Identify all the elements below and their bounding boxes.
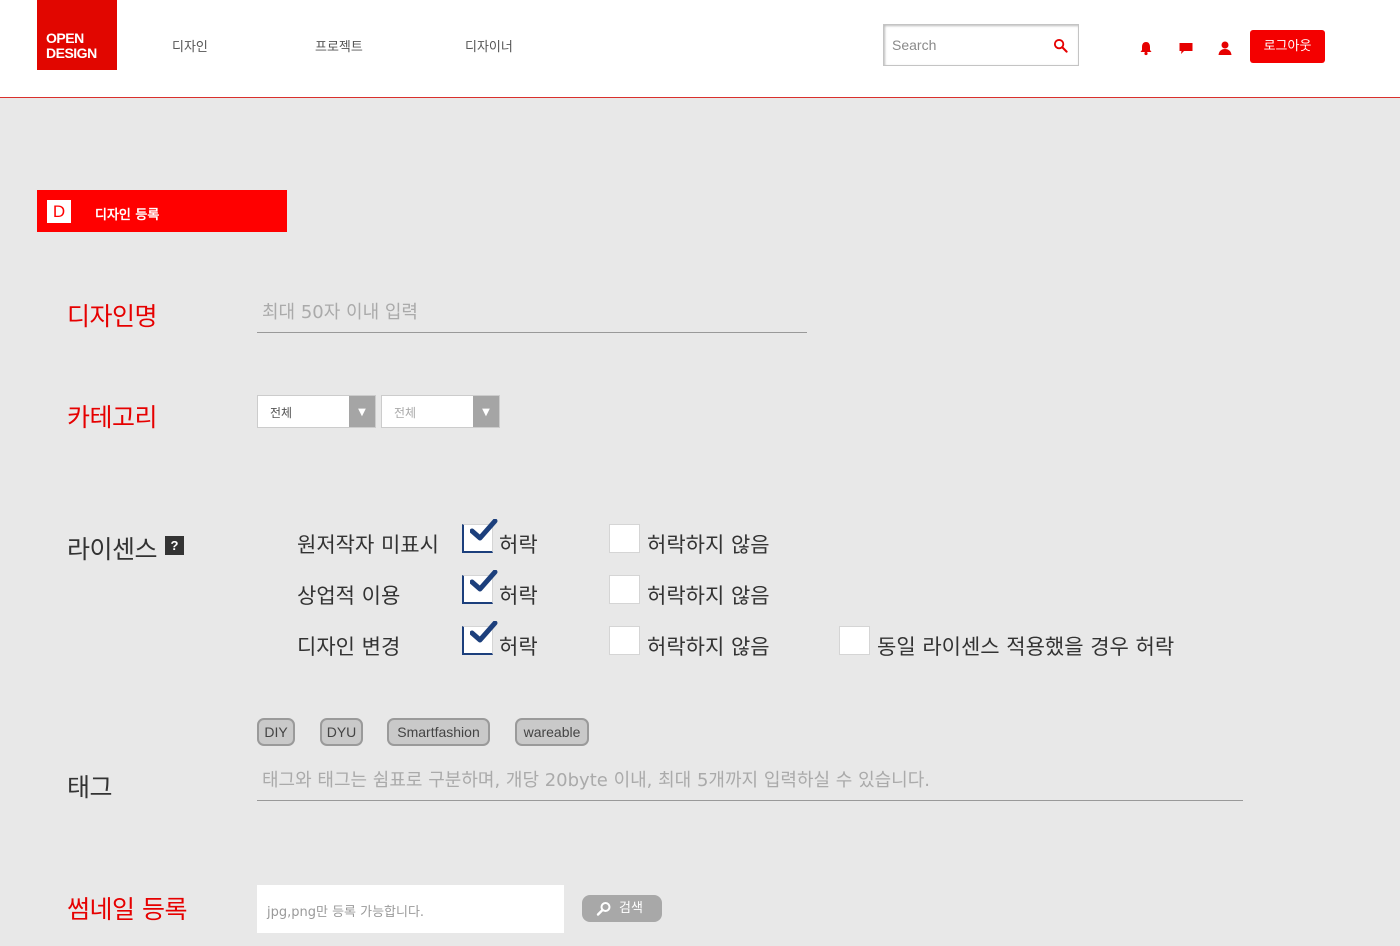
search-box xyxy=(883,24,1079,66)
license-row-label: 디자인 변경 xyxy=(297,635,401,659)
open-design-logo[interactable]: OPEN DESIGN xyxy=(37,0,117,70)
message-icon[interactable] xyxy=(1178,40,1194,56)
license-row-label: 상업적 이용 xyxy=(297,584,401,608)
thumbnail-label: 썸네일 등록 xyxy=(67,895,187,924)
chevron-down-icon: ▼ xyxy=(349,396,375,427)
thumbnail-search-label: 검색 xyxy=(619,901,643,916)
category-select-main[interactable]: 전체 ▼ xyxy=(257,395,376,428)
thumbnail-file-field[interactable]: jpg,png만 등록 가능합니다. xyxy=(257,885,564,933)
allow-option-label: 허락 xyxy=(499,533,538,557)
logout-button[interactable]: 로그아웃 xyxy=(1250,30,1325,63)
design-name-label: 디자인명 xyxy=(67,302,158,331)
section-title: 디자인 등록 xyxy=(95,208,160,223)
nav-designer[interactable]: 디자이너 xyxy=(465,36,513,55)
license-commercial-allow-checkbox[interactable] xyxy=(462,570,498,604)
search-input[interactable] xyxy=(892,35,1042,55)
checkmark-icon xyxy=(470,519,498,541)
thumbnail-search-button[interactable]: 검색 xyxy=(582,895,662,922)
search-icon xyxy=(596,902,611,916)
license-modify-share-alike-checkbox[interactable] xyxy=(839,626,870,655)
nav-project[interactable]: 프로젝트 xyxy=(315,36,363,55)
license-label: 라이센스 xyxy=(67,535,158,564)
category-label: 카테고리 xyxy=(67,403,158,432)
section-badge: D xyxy=(47,200,71,223)
license-row-label: 원저작자 미표시 xyxy=(297,533,439,557)
tag-chip[interactable]: DIY xyxy=(257,718,295,746)
design-name-input[interactable] xyxy=(257,293,807,333)
license-attribution-deny-checkbox[interactable] xyxy=(609,524,640,553)
allow-option-label: 허락 xyxy=(499,584,538,608)
license-attribution-allow-checkbox[interactable] xyxy=(462,519,498,553)
category-select-sub-value: 전체 xyxy=(394,406,417,420)
thumbnail-file-placeholder: jpg,png만 등록 가능합니다. xyxy=(267,905,425,920)
deny-option-label: 허락하지 않음 xyxy=(647,584,770,608)
section-banner: D 디자인 등록 xyxy=(37,190,287,232)
tags-label: 태그 xyxy=(67,773,113,802)
category-select-sub[interactable]: 전체 ▼ xyxy=(381,395,500,428)
logo-line-2: DESIGN xyxy=(46,45,97,61)
tag-chip[interactable]: Smartfashion xyxy=(387,718,490,746)
logo-line-1: OPEN xyxy=(46,30,84,46)
chevron-down-icon: ▼ xyxy=(473,396,499,427)
deny-option-label: 허락하지 않음 xyxy=(647,533,770,557)
license-commercial-deny-checkbox[interactable] xyxy=(609,575,640,604)
search-icon[interactable] xyxy=(1053,38,1068,53)
license-modify-allow-checkbox[interactable] xyxy=(462,621,498,655)
checkmark-icon xyxy=(470,621,498,643)
deny-option-label: 허락하지 않음 xyxy=(647,635,770,659)
allow-option-label: 허락 xyxy=(499,635,538,659)
license-modify-deny-checkbox[interactable] xyxy=(609,626,640,655)
nav-design[interactable]: 디자인 xyxy=(172,36,208,55)
checkmark-icon xyxy=(470,570,498,592)
tags-input[interactable] xyxy=(257,760,1243,801)
top-header: OPEN DESIGN 디자인 프로젝트 디자이너 로그아웃 xyxy=(0,0,1400,98)
tag-chip[interactable]: DYU xyxy=(320,718,363,746)
help-icon[interactable]: ? xyxy=(165,536,184,555)
category-select-main-value: 전체 xyxy=(270,406,293,420)
tag-chip[interactable]: wareable xyxy=(515,718,589,746)
user-icon[interactable] xyxy=(1217,40,1233,56)
share-alike-option-label: 동일 라이센스 적용했을 경우 허락 xyxy=(877,635,1175,659)
bell-icon[interactable] xyxy=(1138,40,1154,56)
